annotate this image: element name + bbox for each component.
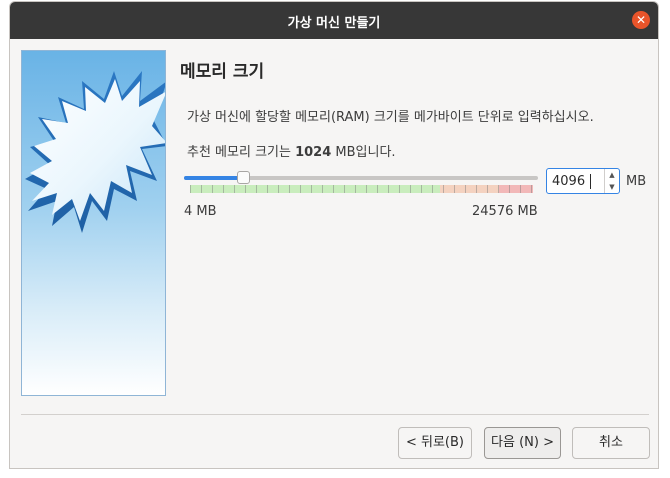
text-cursor <box>590 174 591 189</box>
button-separator <box>21 414 649 415</box>
scale-ticks <box>190 185 533 193</box>
memory-slider-handle[interactable] <box>237 171 250 184</box>
recommend-value: 1024 <box>295 145 332 160</box>
spin-arrows[interactable]: ▲ ▼ <box>604 169 619 193</box>
slider-max-label: 24576 MB <box>472 204 538 219</box>
title-bar[interactable]: 가상 머신 만들기 ✕ <box>10 2 658 39</box>
recommended-memory-text: 추천 메모리 크기는 1024 MB입니다. <box>187 141 396 160</box>
spin-down-icon[interactable]: ▼ <box>605 181 619 193</box>
create-vm-dialog: 가상 머신 만들기 ✕ 메모리 크기 가상 머신에 할당할 메모리(RAM) 크… <box>9 1 659 469</box>
memory-size-input[interactable]: 4096 <box>552 174 585 189</box>
page-heading: 메모리 크기 <box>180 62 265 82</box>
memory-unit-label: MB <box>626 174 647 189</box>
cancel-button[interactable]: 취소 <box>572 427 650 459</box>
close-icon[interactable]: ✕ <box>632 11 650 29</box>
back-button[interactable]: < 뒤로(B) <box>398 427 472 459</box>
window-title: 가상 머신 만들기 <box>287 16 381 31</box>
memory-description: 가상 머신에 할당할 메모리(RAM) 크기를 메가바이트 단위로 입력하십시오… <box>187 110 594 125</box>
memory-size-spinbox[interactable]: 4096 ▲ ▼ <box>546 168 620 194</box>
wizard-banner-image <box>21 50 166 396</box>
starburst-graphic <box>25 71 165 233</box>
memory-scale-bar <box>190 185 533 193</box>
memory-slider-fill <box>184 176 243 180</box>
recommend-prefix: 추천 메모리 크기는 <box>187 145 296 160</box>
spin-up-icon[interactable]: ▲ <box>605 169 619 181</box>
slider-min-label: 4 MB <box>184 204 217 219</box>
next-button[interactable]: 다음 (N) > <box>484 427 561 459</box>
recommend-suffix: MB입니다. <box>331 145 396 160</box>
